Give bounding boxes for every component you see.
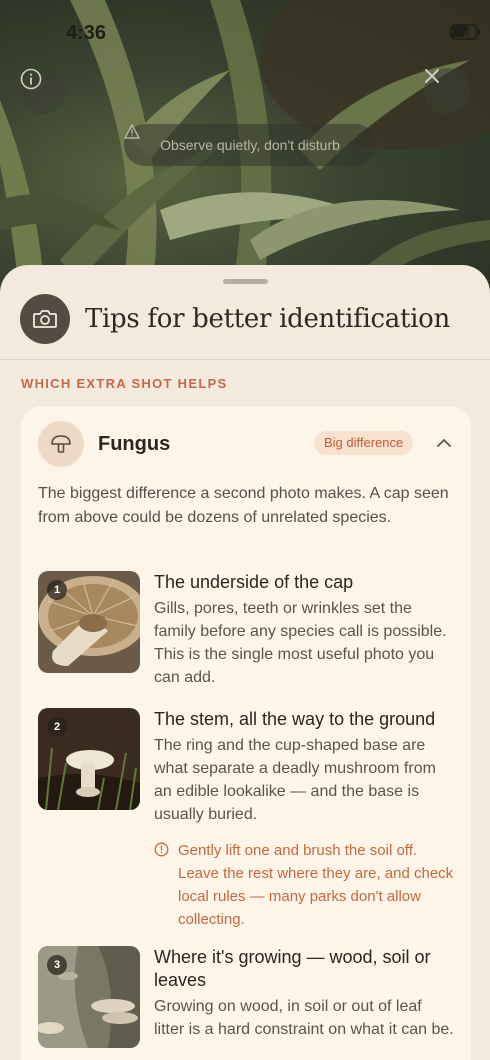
item-title: The underside of the cap	[154, 572, 354, 592]
status-time: 4:36	[66, 22, 107, 44]
tip-item-2: 2 The stem, all the way to the ground Th…	[38, 708, 454, 936]
sheet-header: Tips for better identification	[20, 294, 450, 344]
tip-item-1: 1 The underside of the cap Gills, pores,…	[38, 571, 454, 701]
camera-viewfinder: 4:36 Observe quietly, don't disturb	[0, 0, 490, 300]
note-text: Gently lift one and brush the soil off. …	[178, 842, 454, 928]
observe-warning-pill: Observe quietly, don't disturb	[124, 124, 376, 166]
tip-item-3: 3 Where it's growing — wood, soil or lea…	[38, 946, 454, 1060]
item-number: 3	[47, 955, 67, 975]
mushroom-icon	[51, 435, 71, 453]
card-title: Fungus	[98, 433, 171, 455]
warning-icon	[124, 124, 140, 139]
habitat-photo: 3	[38, 946, 140, 1048]
camera-icon	[33, 310, 57, 328]
card-description: The biggest difference a second photo ma…	[38, 485, 449, 526]
warning-text: Observe quietly, don't disturb	[160, 137, 340, 153]
tips-bottom-sheet: Tips for better identification WHICH EXT…	[0, 265, 490, 1060]
fungus-icon-badge	[38, 421, 84, 467]
alert-circle-icon	[154, 842, 169, 857]
info-icon	[20, 68, 42, 90]
item-body: Growing on wood, in soil or out of leaf …	[154, 998, 454, 1038]
section-label: WHICH EXTRA SHOT HELPS	[21, 376, 228, 391]
chevron-up-icon[interactable]	[434, 433, 454, 453]
item-body: Gills, pores, teeth or wrinkles set the …	[154, 600, 447, 686]
collecting-note: Gently lift one and brush the soil off. …	[154, 839, 454, 934]
sheet-drag-handle[interactable]	[223, 279, 268, 284]
close-icon	[425, 69, 439, 83]
close-button[interactable]	[424, 68, 470, 114]
item-number: 2	[47, 717, 67, 737]
status-bar: 4:36	[0, 22, 490, 48]
item-number: 1	[47, 580, 67, 600]
sheet-title: Tips for better identification	[85, 304, 450, 334]
stem-photo: 2	[38, 708, 140, 810]
item-title: Where it's growing — wood, soil or leave…	[154, 947, 431, 990]
info-button[interactable]	[20, 68, 66, 114]
cap-underside-photo: 1	[38, 571, 140, 673]
difference-badge: Big difference	[314, 431, 414, 455]
item-title: The stem, all the way to the ground	[154, 709, 436, 729]
item-body: The ring and the cup-shaped base are wha…	[154, 737, 436, 823]
battery-icon	[450, 24, 480, 40]
camera-badge	[20, 294, 70, 344]
header-divider	[0, 359, 490, 360]
fungus-card: Fungus Big difference The biggest differ…	[21, 406, 471, 1060]
